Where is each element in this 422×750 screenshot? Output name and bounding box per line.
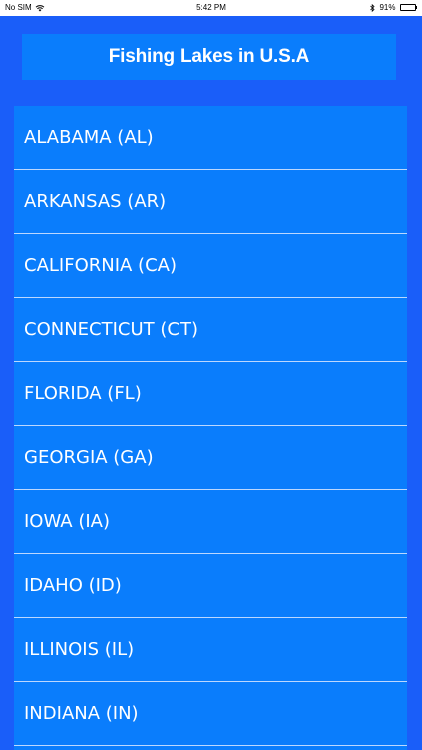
list-item-label: CALIFORNIA (CA) [24, 255, 177, 276]
state-list[interactable]: ALABAMA (AL) ARKANSAS (AR) CALIFORNIA (C… [14, 106, 407, 750]
battery-percent: 91% [379, 3, 396, 12]
status-right: 91% [370, 3, 417, 12]
list-item[interactable]: CONNECTICUT (CT) [14, 298, 407, 362]
list-item-label: CONNECTICUT (CT) [24, 319, 198, 340]
list-item[interactable]: GEORGIA (GA) [14, 426, 407, 490]
list-item[interactable]: ILLINOIS (IL) [14, 618, 407, 682]
list-item-label: FLORIDA (FL) [24, 383, 142, 404]
list-item[interactable]: FLORIDA (FL) [14, 362, 407, 426]
app-screen: Fishing Lakes in U.S.A ALABAMA (AL) ARKA… [0, 16, 422, 750]
list-item-label: ARKANSAS (AR) [24, 191, 167, 212]
status-bar: No SIM 5:42 PM 91% [0, 0, 422, 16]
list-item-label: ALABAMA (AL) [24, 127, 154, 148]
list-item-label: INDIANA (IN) [24, 703, 139, 724]
list-item[interactable]: CALIFORNIA (CA) [14, 234, 407, 298]
list-item-label: GEORGIA (GA) [24, 447, 154, 468]
list-item[interactable]: ARKANSAS (AR) [14, 170, 407, 234]
status-time: 5:42 PM [196, 3, 226, 12]
list-item-label: ILLINOIS (IL) [24, 639, 135, 660]
header-bar: Fishing Lakes in U.S.A [22, 34, 396, 80]
list-item-label: IDAHO (ID) [24, 575, 122, 596]
page-title: Fishing Lakes in U.S.A [108, 46, 310, 67]
bluetooth-icon [370, 3, 376, 12]
list-item[interactable]: ALABAMA (AL) [14, 106, 407, 170]
battery-icon [399, 4, 417, 11]
list-item[interactable]: IOWA (IA) [14, 490, 407, 554]
list-item[interactable]: IDAHO (ID) [14, 554, 407, 618]
list-item[interactable]: INDIANA (IN) [14, 682, 407, 746]
list-item-label: IOWA (IA) [24, 511, 110, 532]
